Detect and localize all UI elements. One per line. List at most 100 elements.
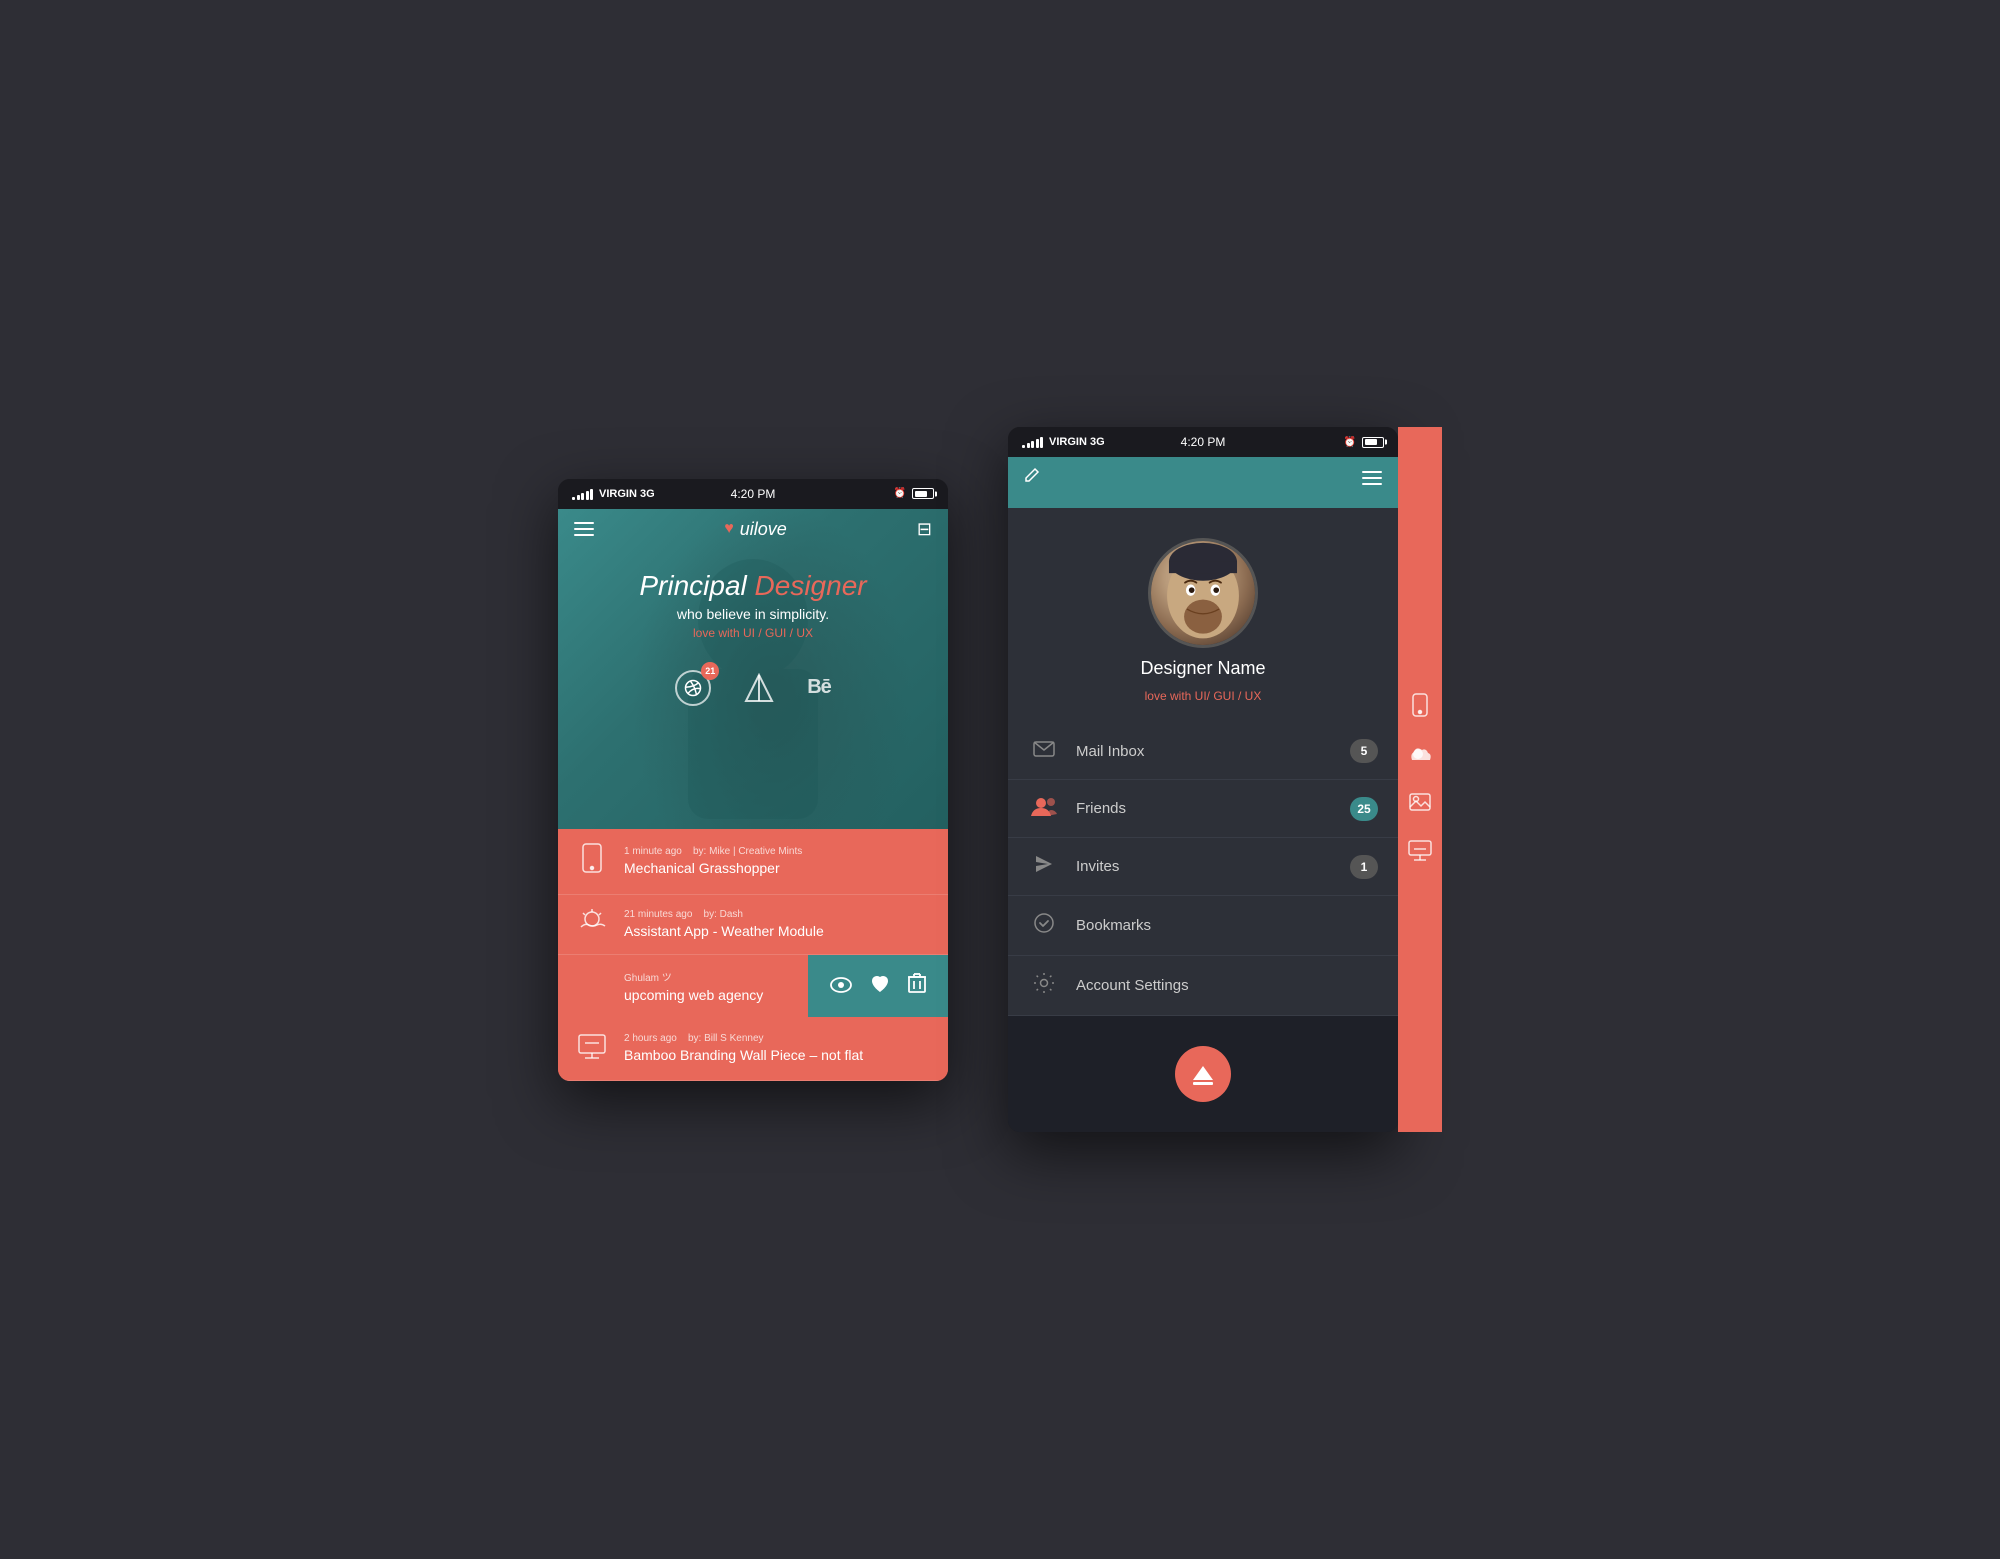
phones-container: VIRGIN 3G 4:20 PM ⏰ xyxy=(558,427,1442,1132)
bar2-2 xyxy=(1027,443,1030,448)
profile-name: Designer Name xyxy=(1140,658,1265,679)
feed-title-2: Assistant App - Weather Module xyxy=(624,923,824,939)
signal-bars-icon-2 xyxy=(1022,436,1043,448)
briefcase-button[interactable]: ⊟ xyxy=(917,519,932,540)
phone1: VIRGIN 3G 4:20 PM ⏰ xyxy=(558,479,948,1081)
phone2-header xyxy=(1008,457,1398,508)
invites-icon xyxy=(1028,854,1060,879)
bar5 xyxy=(590,489,593,500)
feed-time-1: 1 minute ago xyxy=(624,846,682,857)
feed-meta-2: 21 minutes ago by: Dash xyxy=(624,909,824,920)
menu-item-settings[interactable]: Account Settings xyxy=(1008,956,1398,1016)
carrier-label: VIRGIN 3G xyxy=(599,488,655,500)
feed-icon-1 xyxy=(574,843,610,880)
bar4 xyxy=(586,491,589,500)
hamburger-button[interactable] xyxy=(574,522,594,536)
profile-sub: love with UI/ GUI / UX xyxy=(1145,689,1262,703)
friends-badge: 25 xyxy=(1350,797,1378,821)
feed-meta-4: 2 hours ago by: Bill S Kenney xyxy=(624,1033,863,1044)
profile-avatar xyxy=(1148,538,1258,648)
bar1-2 xyxy=(1022,445,1025,448)
settings-label: Account Settings xyxy=(1076,977,1378,994)
feed-title-1: Mechanical Grasshopper xyxy=(624,860,802,876)
phone1-header: ♥ uilove ⊟ Principal Designer who believ… xyxy=(558,509,948,829)
phone2-wrapper: VIRGIN 3G 4:20 PM ⏰ xyxy=(1008,427,1442,1132)
alarm-icon-2: ⏰ xyxy=(1344,437,1356,448)
hero-title-accent: Designer xyxy=(755,570,867,601)
hamburger-line1 xyxy=(574,522,594,524)
hero-title-normal: Principal xyxy=(639,570,746,601)
hamburger-button-2[interactable] xyxy=(1362,471,1382,485)
feed-author-4: by: Bill S Kenney xyxy=(688,1033,764,1044)
alarm-icon: ⏰ xyxy=(894,488,906,499)
menu-item-invites[interactable]: Invites 1 xyxy=(1008,838,1398,896)
feed-item-1[interactable]: 1 minute ago by: Mike | Creative Mints M… xyxy=(558,829,948,895)
feed-item-2[interactable]: 21 minutes ago by: Dash Assistant App - … xyxy=(558,895,948,955)
bar2 xyxy=(577,495,580,500)
avatar-svg xyxy=(1151,538,1255,648)
feed-content-2: 21 minutes ago by: Dash Assistant App - … xyxy=(624,909,824,939)
strip-icon-image[interactable] xyxy=(1409,793,1431,816)
mail-badge: 5 xyxy=(1350,739,1378,763)
hero-sub2: love with UI / GUI / UX xyxy=(574,626,932,640)
feed-swipe-content: Ghulam ツ upcoming web agency xyxy=(558,955,808,1017)
brand-name: uilove xyxy=(740,519,787,540)
feed-time-4: 2 hours ago xyxy=(624,1033,677,1044)
bookmarks-label: Bookmarks xyxy=(1076,917,1378,934)
status-right-2: ⏰ xyxy=(1344,437,1384,448)
phone2: VIRGIN 3G 4:20 PM ⏰ xyxy=(1008,427,1398,1132)
feed-title-4: Bamboo Branding Wall Piece – not flat xyxy=(624,1047,863,1063)
signal-area-2: VIRGIN 3G xyxy=(1022,436,1105,448)
h-line1 xyxy=(1362,471,1382,473)
eject-button[interactable] xyxy=(1175,1046,1231,1102)
feed-content-1: 1 minute ago by: Mike | Creative Mints M… xyxy=(624,846,802,876)
feed-content-4: 2 hours ago by: Bill S Kenney Bamboo Bra… xyxy=(624,1033,863,1063)
swipe-actions xyxy=(808,955,948,1017)
hero-text: Principal Designer who believe in simpli… xyxy=(574,570,932,640)
phone2-bottom xyxy=(1008,1016,1398,1132)
menu-item-bookmarks[interactable]: Bookmarks xyxy=(1008,896,1398,956)
strip-icon-cloud[interactable] xyxy=(1408,746,1432,769)
friends-icon xyxy=(1028,796,1060,821)
battery-icon-2 xyxy=(1362,437,1384,448)
menu-list: Mail Inbox 5 Friends 25 xyxy=(1008,723,1398,1016)
menu-item-mail[interactable]: Mail Inbox 5 xyxy=(1008,723,1398,780)
behance-label: Bē xyxy=(807,676,831,699)
tent-icon[interactable] xyxy=(741,670,777,706)
status-time: 4:20 PM xyxy=(731,487,776,501)
bar3-2 xyxy=(1031,441,1034,448)
dribbble-icon[interactable]: 21 xyxy=(675,670,711,706)
behance-icon[interactable]: Bē xyxy=(807,676,831,699)
menu-item-friends[interactable]: Friends 25 xyxy=(1008,780,1398,838)
status-bar-1: VIRGIN 3G 4:20 PM ⏰ xyxy=(558,479,948,509)
trash-button[interactable] xyxy=(908,973,926,999)
edit-button[interactable] xyxy=(1024,467,1040,488)
side-strip xyxy=(1398,427,1442,1132)
feed-content-3: Ghulam ツ upcoming web agency xyxy=(624,969,763,1003)
bar5-2 xyxy=(1040,437,1043,448)
feed-section: 1 minute ago by: Mike | Creative Mints M… xyxy=(558,829,948,1081)
invites-label: Invites xyxy=(1076,858,1334,875)
status-right: ⏰ xyxy=(894,488,934,499)
feed-author-2: by: Dash xyxy=(704,909,743,920)
feed-item-4[interactable]: 2 hours ago by: Bill S Kenney Bamboo Bra… xyxy=(558,1017,948,1081)
strip-icon-phone[interactable] xyxy=(1411,693,1429,722)
feed-item-3[interactable]: Ghulam ツ upcoming web agency xyxy=(558,955,948,1017)
mail-label: Mail Inbox xyxy=(1076,743,1334,760)
heart-icon: ♥ xyxy=(724,520,734,538)
heart-button[interactable] xyxy=(870,973,890,999)
bar1 xyxy=(572,497,575,500)
hamburger-line2 xyxy=(574,528,594,530)
friends-label: Friends xyxy=(1076,800,1334,817)
bookmarks-icon xyxy=(1028,912,1060,939)
hero-title: Principal Designer xyxy=(574,570,932,602)
view-button[interactable] xyxy=(830,973,852,999)
carrier-label-2: VIRGIN 3G xyxy=(1049,436,1105,448)
dribbble-badge: 21 xyxy=(701,662,719,680)
h-line3 xyxy=(1362,483,1382,485)
strip-icon-monitor[interactable] xyxy=(1408,840,1432,867)
battery-fill xyxy=(915,491,928,497)
phone1-wrapper: VIRGIN 3G 4:20 PM ⏰ xyxy=(558,479,948,1081)
mail-icon xyxy=(1028,741,1060,762)
feed-author-1: by: Mike | Creative Mints xyxy=(693,846,802,857)
